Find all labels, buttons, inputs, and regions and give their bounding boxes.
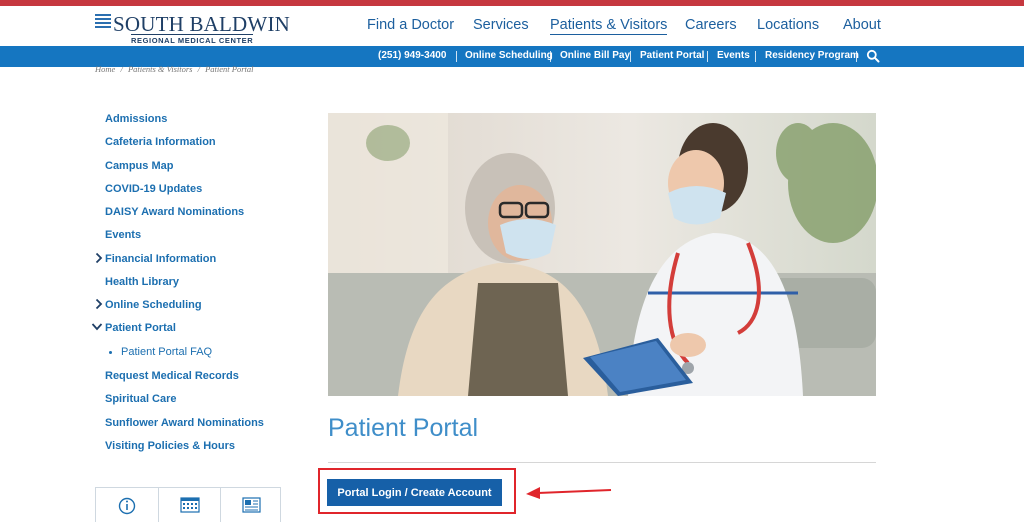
sidebar-icon-tabs: [95, 487, 281, 522]
util-separator: [550, 51, 551, 62]
util-separator: [755, 51, 756, 62]
breadcrumb: Home / Patients & Visitors / Patient Por…: [95, 64, 257, 74]
chevron-right-icon[interactable]: [95, 298, 103, 310]
breadcrumb-patients-visitors[interactable]: Patients & Visitors: [128, 64, 193, 74]
util-phone-link[interactable]: (251) 949-3400: [378, 50, 446, 61]
main-nav: Find a Doctor Services Patients & Visito…: [0, 17, 1024, 37]
util-separator: [856, 51, 857, 62]
nav-services[interactable]: Services: [473, 17, 529, 33]
calendar-icon: [180, 497, 200, 513]
sidebar-item-health-library[interactable]: Health Library: [105, 276, 179, 288]
portal-login-button[interactable]: Portal Login / Create Account: [327, 479, 502, 506]
sidebar-item-sunflower[interactable]: Sunflower Award Nominations: [105, 417, 264, 429]
annotation-arrow-icon: [526, 487, 612, 499]
sidebar-item-covid[interactable]: COVID-19 Updates: [105, 183, 202, 195]
nav-careers[interactable]: Careers: [685, 17, 737, 33]
tab-calendar[interactable]: [158, 488, 220, 522]
search-icon[interactable]: [866, 49, 880, 63]
sidebar-item-financial[interactable]: Financial Information: [105, 253, 216, 265]
hero-image: [328, 113, 876, 396]
tab-news[interactable]: [220, 488, 282, 522]
nav-about[interactable]: About: [843, 17, 881, 33]
info-icon: [118, 497, 136, 515]
sidebar-item-patient-portal[interactable]: Patient Portal: [105, 322, 176, 334]
sidebar-item-online-scheduling[interactable]: Online Scheduling: [105, 299, 202, 311]
util-online-scheduling[interactable]: Online Scheduling: [465, 50, 553, 61]
nav-find-a-doctor[interactable]: Find a Doctor: [367, 17, 454, 33]
breadcrumb-home[interactable]: Home: [95, 64, 115, 74]
sidebar-item-medical-records[interactable]: Request Medical Records: [105, 370, 239, 382]
chevron-down-icon[interactable]: [91, 322, 103, 332]
sidebar-subitem-portal-faq[interactable]: Patient Portal FAQ: [121, 346, 212, 358]
sidebar-item-visiting[interactable]: Visiting Policies & Hours: [105, 440, 235, 452]
util-residency-program[interactable]: Residency Program: [765, 50, 859, 61]
util-online-bill-pay[interactable]: Online Bill Pay: [560, 50, 630, 61]
breadcrumb-separator: /: [197, 64, 200, 74]
sidebar-item-campus-map[interactable]: Campus Map: [105, 160, 173, 172]
util-separator: [707, 51, 708, 62]
top-accent-stripe: [0, 0, 1024, 6]
chevron-right-icon[interactable]: [95, 252, 103, 264]
util-patient-portal[interactable]: Patient Portal: [640, 50, 704, 61]
sidebar-item-admissions[interactable]: Admissions: [105, 113, 167, 125]
util-events[interactable]: Events: [717, 50, 750, 61]
nav-locations[interactable]: Locations: [757, 17, 819, 33]
nav-patients-visitors[interactable]: Patients & Visitors: [550, 17, 668, 35]
util-separator: [456, 51, 457, 62]
bullet-icon: [109, 351, 112, 354]
newspaper-icon: [242, 497, 261, 513]
sidebar-item-cafeteria[interactable]: Cafeteria Information: [105, 136, 216, 148]
breadcrumb-separator: /: [120, 64, 123, 74]
sidebar-item-spiritual-care[interactable]: Spiritual Care: [105, 393, 177, 405]
sidebar-item-events[interactable]: Events: [105, 229, 141, 241]
tab-info[interactable]: [96, 488, 158, 522]
page-title: Patient Portal: [328, 414, 479, 442]
breadcrumb-current: Patient Portal: [205, 64, 254, 74]
sidebar-item-daisy[interactable]: DAISY Award Nominations: [105, 206, 244, 218]
util-separator: [630, 51, 631, 62]
title-divider: [328, 462, 876, 463]
